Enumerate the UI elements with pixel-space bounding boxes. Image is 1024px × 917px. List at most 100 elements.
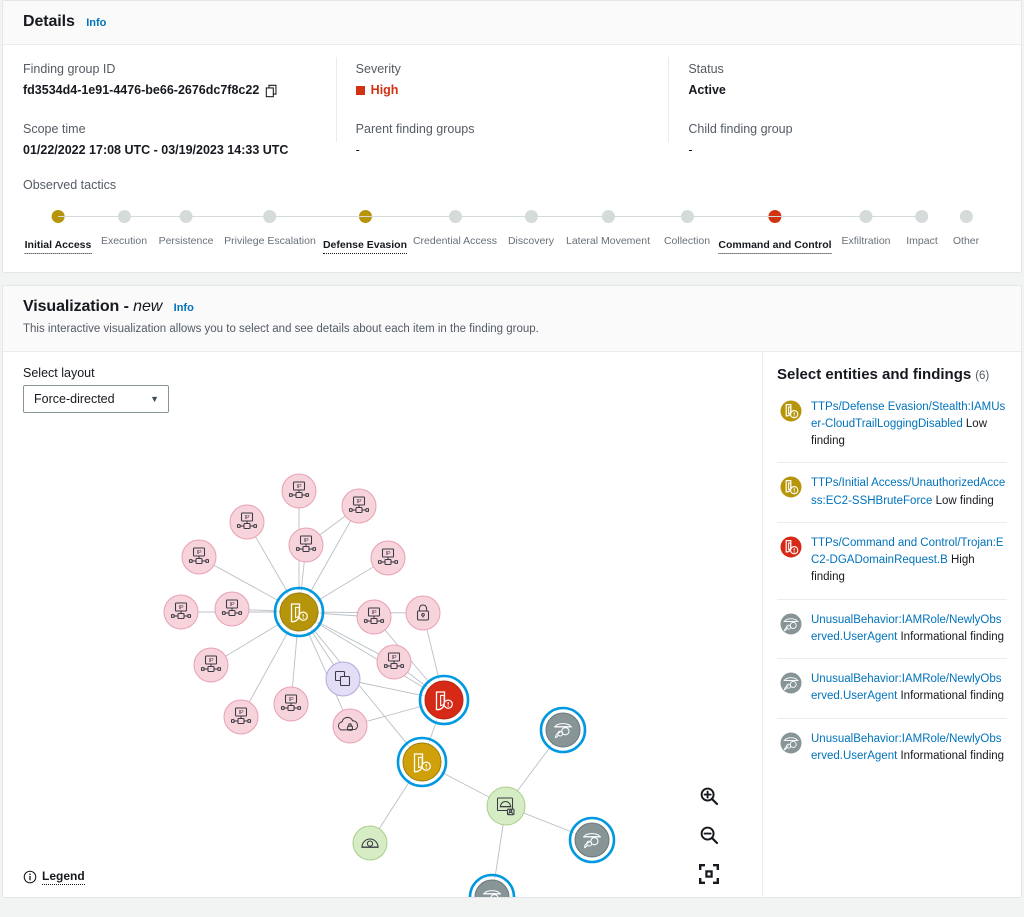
field-parent-finding-groups: Parent finding groups -	[356, 121, 649, 159]
tactic-label: Other	[952, 235, 980, 248]
finding-severity-label: Low finding	[932, 494, 994, 507]
graph-node[interactable]	[486, 786, 526, 826]
finding-group-id-label: Finding group ID	[23, 62, 116, 77]
finding-link[interactable]: TTPs/Command and Control/Trojan:EC2-DGAD…	[811, 537, 1004, 566]
details-card: Details Info Finding group ID fd3534d4-1…	[2, 0, 1022, 274]
detective-icon	[780, 732, 802, 759]
status-badge: High	[370, 83, 399, 98]
fit-to-screen-button[interactable]	[698, 863, 720, 885]
graph-node[interactable]	[396, 736, 448, 787]
details-column-1: Finding group ID fd3534d4-1e91-4476-be66…	[23, 61, 336, 158]
graph-node[interactable]	[468, 873, 516, 897]
layout-select-value: Force-directed	[34, 391, 115, 406]
tactic-connector	[124, 216, 186, 218]
copy-icon[interactable]	[265, 84, 279, 98]
zoom-in-button[interactable]	[698, 785, 720, 807]
finding-severity-label: Informational finding	[897, 630, 1005, 643]
field-scope-time: Scope time 01/22/2022 17:08 UTC - 03/19/…	[23, 121, 316, 159]
graph-node[interactable]: IP	[370, 540, 406, 576]
parent-finding-groups-label: Parent finding groups	[355, 121, 475, 136]
list-item[interactable]: TTPs/Defense Evasion/Stealth:IAMUser-Clo…	[777, 387, 1007, 464]
graph-node[interactable]: IP	[214, 591, 250, 627]
visualization-title: Visualization - new	[23, 298, 163, 316]
severity-label: Severity	[355, 62, 401, 77]
graph-node[interactable]	[539, 706, 587, 753]
graph-node[interactable]	[332, 708, 368, 744]
list-item[interactable]: UnusualBehavior:IAMRole/NewlyObserved.Us…	[777, 600, 1007, 660]
tactic-label: Credential Access	[412, 235, 498, 248]
scope-time-value: 01/22/2022 17:08 UTC - 03/19/2023 14:33 …	[23, 142, 289, 157]
tactic-label: Persistence	[158, 235, 214, 248]
field-status: Status Active	[688, 61, 981, 99]
page-title: Details	[23, 13, 75, 30]
finding-group-id-value-row: fd3534d4-1e91-4476-be66-2676dc7f8c22	[23, 82, 316, 98]
finding-severity-label: Informational finding	[897, 690, 1005, 703]
graph-nodes: IP IP IP IP IP IP IP IP IP IP IP IP IP	[163, 473, 616, 897]
tactic-connector	[687, 216, 775, 218]
zoom-out-button[interactable]	[698, 824, 720, 846]
list-item[interactable]: UnusualBehavior:IAMRole/NewlyObserved.Us…	[777, 719, 1007, 778]
observed-tactics-timeline: Initial Access Execution Persistence Privil…	[23, 210, 1001, 256]
graph-node[interactable]: IP	[223, 699, 259, 735]
details-info-link[interactable]: Info	[86, 17, 106, 29]
svg-text:IP: IP	[356, 499, 361, 505]
details-grid: Finding group ID fd3534d4-1e91-4476-be66…	[23, 57, 1001, 159]
visualization-new-badge: new	[133, 298, 163, 316]
tactic-connector	[775, 216, 866, 218]
entities-findings-title-text: Select entities and findings	[777, 365, 972, 383]
finding-text: TTPs/Initial Access/UnauthorizedAccess:E…	[811, 475, 1007, 510]
tactic-label: Privilege Escalation	[224, 235, 316, 248]
finding-text: TTPs/Command and Control/Trojan:EC2-DGAD…	[811, 535, 1007, 587]
child-finding-group-label: Child finding group	[688, 121, 793, 136]
graph-node[interactable]: IP	[229, 504, 265, 540]
tactic-label: Command and Control	[718, 239, 832, 254]
finding-group-id-value: fd3534d4-1e91-4476-be66-2676dc7f8c22	[23, 83, 260, 98]
layout-select[interactable]: Force-directed ▼	[23, 384, 169, 413]
list-item[interactable]: TTPs/Command and Control/Trojan:EC2-DGAD…	[777, 523, 1007, 600]
observed-tactics-label: Observed tactics	[23, 178, 117, 193]
graph-canvas[interactable]: IP IP IP IP IP IP IP IP IP IP IP IP IP	[3, 410, 762, 897]
graph-node[interactable]: IP	[376, 644, 412, 680]
graph-node[interactable]	[568, 816, 616, 863]
svg-text:IP: IP	[208, 658, 213, 664]
graph-node[interactable]: IP	[193, 647, 229, 683]
tactic-label: Initial Access	[24, 239, 92, 254]
graph-node[interactable]: IP	[341, 488, 377, 524]
entities-findings-title: Select entities and findings (6)	[777, 366, 1007, 383]
svg-text:IP: IP	[178, 605, 183, 611]
graph-node[interactable]: IP	[163, 594, 199, 630]
status-value: Active	[688, 83, 726, 98]
legend-label: Legend	[42, 868, 85, 885]
observed-tactics-section: Observed tactics Initial Access Execution…	[3, 178, 1021, 272]
svg-text:IP: IP	[288, 697, 293, 703]
visualization-title-text: Visualization	[23, 298, 120, 316]
graph-node[interactable]	[273, 586, 325, 637]
svg-text:IP: IP	[196, 550, 201, 556]
graph-node[interactable]: IP	[273, 686, 309, 722]
visualization-info-link[interactable]: Info	[174, 302, 194, 314]
detective-icon	[780, 613, 802, 640]
chevron-down-icon: ▼	[150, 393, 159, 404]
zoom-controls	[698, 785, 720, 885]
graph-node[interactable]: IP	[181, 539, 217, 575]
tactic-connector	[365, 216, 455, 218]
detective-icon	[780, 672, 802, 699]
graph-node[interactable]: IP	[281, 473, 317, 509]
entities-findings-count: (6)	[975, 369, 990, 382]
graph-node[interactable]	[418, 674, 470, 725]
tactic-label: Exfiltration	[841, 235, 891, 248]
list-item[interactable]: UnusualBehavior:IAMRole/NewlyObserved.Us…	[777, 659, 1007, 719]
graph-node[interactable]: IP	[288, 527, 324, 563]
finding-text: UnusualBehavior:IAMRole/NewlyObserved.Us…	[811, 731, 1007, 766]
graph-node[interactable]: IP	[356, 599, 392, 635]
legend-button[interactable]: Legend	[23, 869, 85, 885]
tactic-connector	[455, 216, 531, 218]
shield-finding-icon	[780, 400, 802, 427]
graph-node[interactable]	[352, 825, 388, 861]
tactic-connector	[531, 216, 608, 218]
graph-node[interactable]	[325, 661, 361, 697]
list-item[interactable]: TTPs/Initial Access/UnauthorizedAccess:E…	[777, 463, 1007, 523]
graph-node[interactable]	[405, 595, 441, 631]
visualization-body: Select layout Force-directed ▼ IP IP IP IP I…	[3, 351, 1021, 897]
svg-text:IP: IP	[391, 655, 396, 661]
